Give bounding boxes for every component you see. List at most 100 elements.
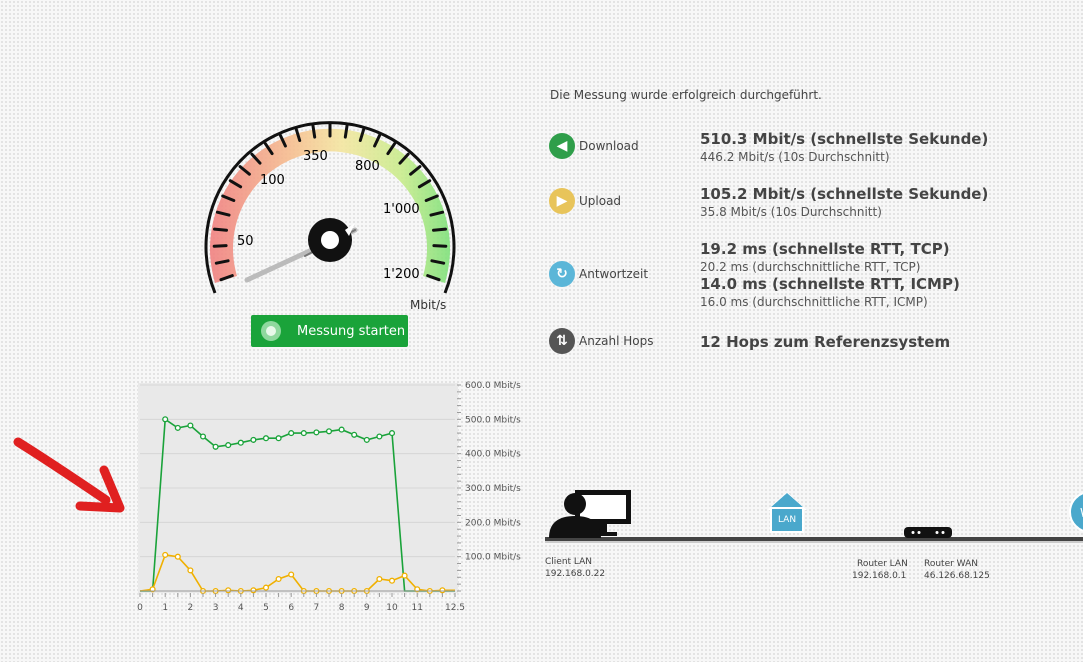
- chart-x-tick-label: 4: [238, 603, 244, 613]
- chart-x-tick-label: 9: [364, 603, 370, 613]
- upload-point: [262, 584, 270, 591]
- record-icon: [261, 321, 281, 341]
- lan-house-icon: LAN: [767, 492, 807, 533]
- upload-label: Upload: [579, 194, 622, 208]
- start-measurement-button[interactable]: Messung starten: [251, 315, 408, 347]
- gauge-label-100: 100: [260, 173, 285, 188]
- red-arrow-annotation: [13, 437, 125, 513]
- download-point: [250, 436, 257, 443]
- router-wan-ip: 46.126.68.125: [924, 571, 990, 581]
- upload-point: [187, 567, 194, 574]
- upload-point: [439, 587, 446, 594]
- gauge-tick: [311, 123, 317, 139]
- chart-y-tick-label: 600.0 Mbit/s: [465, 381, 521, 391]
- chart-y-tick-label: 100.0 Mbit/s: [465, 553, 521, 563]
- latency-row: ↻: [549, 261, 575, 287]
- download-point: [187, 422, 194, 429]
- route-icon: ⇅: [549, 328, 575, 354]
- chart-x-tick-label: 6: [288, 603, 294, 613]
- gauge-tick: [432, 244, 448, 248]
- arrow-left-icon: ◀: [549, 133, 575, 159]
- download-point: [212, 443, 219, 450]
- chart-y-tick-label: 200.0 Mbit/s: [465, 518, 521, 528]
- upload-row: ▶: [549, 188, 575, 214]
- download-fastest: 510.3 Mbit/s (schnellste Sekunde): [700, 130, 989, 148]
- download-point: [288, 430, 295, 437]
- download-point: [388, 430, 396, 437]
- chart-x-tick-label: 12.5: [445, 603, 465, 613]
- gauge-label-50: 50: [237, 234, 254, 249]
- upload-point: [288, 571, 295, 578]
- client-computer-icon: [549, 490, 631, 538]
- download-point: [338, 426, 345, 433]
- router-wan-label: Router WAN: [924, 559, 978, 569]
- latency-label: Antwortzeit: [579, 267, 649, 281]
- latency-icmp-fastest: 14.0 ms (schnellste RTT, ICMP): [700, 275, 960, 293]
- download-point: [162, 416, 169, 423]
- download-point: [275, 435, 282, 442]
- gauge-tick: [213, 227, 228, 232]
- chart-x-tick-label: 11: [411, 603, 422, 613]
- chart-y-tick-label: 400.0 Mbit/s: [465, 450, 521, 460]
- upload-point: [250, 587, 257, 594]
- download-point: [363, 436, 370, 443]
- chart-x-tick-label: 5: [263, 603, 269, 613]
- router-lan-ip: 192.168.0.1: [852, 571, 907, 581]
- client-ip: 192.168.0.22: [545, 569, 606, 579]
- latency-tcp-fastest: 19.2 ms (schnellste RTT, TCP): [700, 240, 950, 258]
- latency-icmp-average: 16.0 ms (durchschnittliche RTT, ICMP): [700, 295, 928, 309]
- upload-point: [174, 553, 181, 560]
- upload-point: [376, 575, 383, 583]
- gauge-label-1200: 1'200: [383, 267, 420, 282]
- download-point: [300, 430, 307, 437]
- router-lan-label: Router LAN: [857, 559, 908, 569]
- upload-point: [162, 551, 169, 558]
- lan-badge: LAN: [778, 515, 796, 525]
- wan-globe-icon: W: [1069, 492, 1083, 532]
- upload-point: [225, 587, 232, 594]
- refresh-icon: ↻: [549, 261, 575, 287]
- gauge-label-800: 800: [355, 159, 380, 174]
- start-measurement-label: Messung starten: [297, 323, 406, 339]
- upload-point: [388, 577, 396, 584]
- download-point: [351, 431, 358, 438]
- download-point: [376, 433, 383, 440]
- download-point: [262, 435, 270, 442]
- chart-x-tick-label: 1: [162, 603, 168, 613]
- chart-x-tick-label: 7: [314, 603, 320, 613]
- latency-tcp-average: 20.2 ms (durchschnittliche RTT, TCP): [700, 260, 921, 274]
- gauge-unit: Mbit/s: [410, 298, 447, 312]
- throughput-chart: 100.0 Mbit/s 200.0 Mbit/s 300.0 Mbit/s 400.…: [137, 381, 521, 613]
- chart-x-tick-label: 10: [386, 603, 398, 613]
- chart-x-tick-label: 0: [137, 603, 143, 613]
- gauge-label-350: 350: [303, 149, 328, 164]
- download-average: 446.2 Mbit/s (10s Durchschnitt): [700, 150, 890, 164]
- download-label: Download: [579, 139, 639, 153]
- download-point: [225, 442, 232, 449]
- gauge-tick: [212, 244, 228, 248]
- result-message: Die Messung wurde erfolgreich durchgefüh…: [550, 88, 822, 102]
- chart-x-tick-label: 8: [339, 603, 345, 613]
- download-row: ◀: [549, 133, 575, 159]
- chart-y-tick-label: 500.0 Mbit/s: [465, 415, 521, 425]
- download-point: [325, 428, 333, 435]
- upload-point: [401, 572, 408, 579]
- hops-value: 12 Hops zum Referenzsystem: [700, 333, 951, 351]
- gauge-tick: [343, 123, 349, 139]
- router-icon: [904, 527, 952, 538]
- arrow-right-icon: ▶: [549, 188, 575, 214]
- upload-point: [275, 575, 282, 583]
- chart-x-tick-label: 3: [213, 603, 219, 613]
- download-point: [237, 439, 244, 446]
- gauge-tick: [432, 227, 447, 232]
- hops-label: Anzahl Hops: [579, 334, 654, 348]
- download-point: [313, 429, 320, 436]
- chart-y-tick-label: 300.0 Mbit/s: [465, 484, 521, 494]
- upload-average: 35.8 Mbit/s (10s Durchschnitt): [700, 205, 882, 219]
- speed-gauge: 50 100 350 800 1'000 1'200: [204, 121, 456, 294]
- download-point: [199, 433, 207, 440]
- gauge-label-1000: 1'000: [383, 202, 420, 217]
- chart-x-tick-label: 2: [188, 603, 194, 613]
- download-point: [174, 424, 181, 431]
- upload-fastest: 105.2 Mbit/s (schnellste Sekunde): [700, 185, 989, 203]
